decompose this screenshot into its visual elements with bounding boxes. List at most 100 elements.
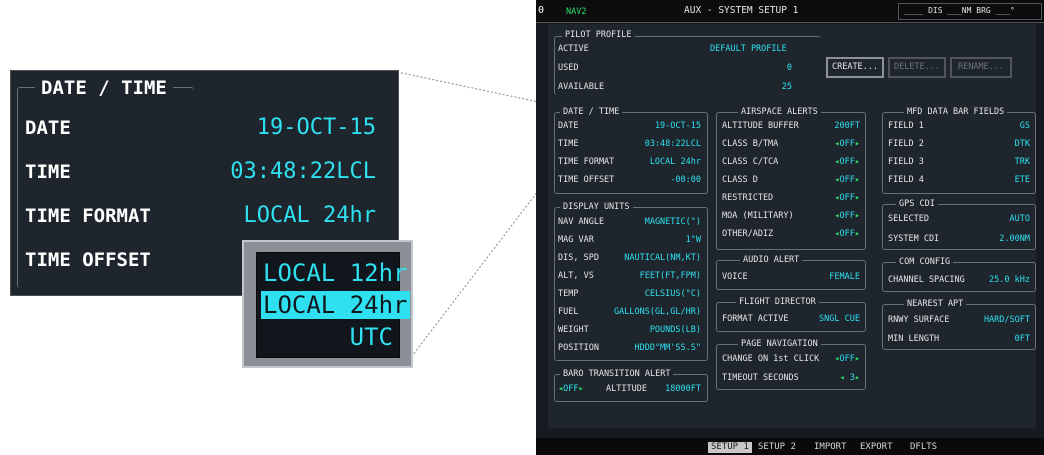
field-3-label: FIELD 3 <box>888 157 924 167</box>
top-status-bar: 0 NAV2 AUX - SYSTEM SETUP 1 ____ DIS ___… <box>536 0 1044 23</box>
page-navigation-group <box>716 344 866 390</box>
dis-spd-label: DIS, SPD <box>558 253 599 263</box>
format-active-value[interactable]: SNGL CUE <box>819 314 860 324</box>
weight-label: WEIGHT <box>558 325 589 335</box>
softkey-setup-1[interactable]: SETUP 1 <box>708 442 752 453</box>
system-cdi-label: SYSTEM CDI <box>888 234 940 244</box>
other-adiz-label: OTHER/ADIZ <box>722 229 774 239</box>
baro-title: BARO TRANSITION ALERT <box>560 369 674 379</box>
softkey-setup-2[interactable]: SETUP 2 <box>758 442 796 453</box>
flight-director-title: FLIGHT DIRECTOR <box>736 297 819 307</box>
delete-button[interactable]: DELETE... <box>888 57 946 78</box>
active-label: ACTIVE <box>558 44 589 54</box>
alt-vs-value[interactable]: FEET(FT,FPM) <box>640 271 701 281</box>
fuel-value[interactable]: GALLONS(GL,GL/HR) <box>614 307 701 317</box>
popup-option-utc[interactable]: UTC <box>350 323 393 351</box>
active-profile-value[interactable]: DEFAULT PROFILE <box>710 44 787 54</box>
moa-label: MOA (MILITARY) <box>722 211 794 221</box>
softkey-export[interactable]: EXPORT <box>860 442 893 453</box>
restricted-value: OFF <box>839 193 855 203</box>
time-offset-value[interactable]: -00:00 <box>670 175 701 185</box>
date-time-title: DATE / TIME <box>560 107 623 117</box>
fuel-label: FUEL <box>558 307 579 317</box>
other-adiz-value: OFF <box>839 229 855 239</box>
other-adiz-toggle[interactable]: ◂OFF▸ <box>834 229 860 239</box>
popup-option-local-24[interactable]: LOCAL 24hr <box>261 291 410 319</box>
restricted-toggle[interactable]: ◂OFF▸ <box>834 193 860 203</box>
zoom-time-label: TIME <box>25 161 71 183</box>
mfd-screen: 0 NAV2 AUX - SYSTEM SETUP 1 ____ DIS ___… <box>536 0 1044 455</box>
nearest-apt-title: NEAREST APT <box>904 299 967 309</box>
channel-spacing-value[interactable]: 25.0 kHz <box>989 275 1030 285</box>
nav-angle-label: NAV ANGLE <box>558 217 605 227</box>
date-label: DATE <box>558 121 579 131</box>
page-navigation-title: PAGE NAVIGATION <box>738 339 821 349</box>
class-c-toggle[interactable]: ◂OFF▸ <box>834 157 860 167</box>
field-1-value[interactable]: GS <box>1020 121 1030 131</box>
zoom-title: DATE / TIME <box>35 77 173 99</box>
altitude-buffer-value[interactable]: 200FT <box>834 121 860 131</box>
field-2-label: FIELD 2 <box>888 139 924 149</box>
class-d-value: OFF <box>839 175 855 185</box>
class-c-label: CLASS C/TCA <box>722 157 779 167</box>
nav-source: NAV2 <box>566 7 587 17</box>
system-setup-panel: PILOT PROFILE ACTIVE DEFAULT PROFILE USE… <box>548 24 1036 428</box>
position-label: POSITION <box>558 343 599 353</box>
softkey-dflts[interactable]: DFLTS <box>910 442 937 453</box>
top-left-indicator: 0 <box>538 5 545 16</box>
change-click-value: OFF <box>839 354 855 364</box>
page-title: AUX - SYSTEM SETUP 1 <box>684 5 799 16</box>
field-4-label: FIELD 4 <box>888 175 924 185</box>
temp-value[interactable]: CELSIUS(°C) <box>645 289 701 299</box>
top-right-readout: ____ DIS ___NM BRG ___° <box>904 6 1015 15</box>
timeout-stepper[interactable]: ◂ 3▸ <box>840 373 861 383</box>
field-3-value[interactable]: TRK <box>1015 157 1030 167</box>
right-arrow-icon: ▸ <box>854 139 860 149</box>
class-b-toggle[interactable]: ◂OFF▸ <box>834 139 860 149</box>
moa-toggle[interactable]: ◂OFF▸ <box>834 211 860 221</box>
time-offset-label: TIME OFFSET <box>558 175 615 185</box>
baro-altitude-value[interactable]: 18000FT <box>665 384 701 394</box>
baro-toggle[interactable]: ◂OFF▸ <box>558 384 584 394</box>
zoom-time-offset-label: TIME OFFSET <box>25 249 151 271</box>
position-value[interactable]: HDDD°MM'SS.S" <box>634 343 701 353</box>
date-value[interactable]: 19-OCT-15 <box>655 121 701 131</box>
nav-angle-value[interactable]: MAGNETIC(°) <box>645 217 701 227</box>
time-format-value[interactable]: LOCAL 24hr <box>650 157 701 167</box>
alt-vs-label: ALT, VS <box>558 271 594 281</box>
zoom-time-format-value[interactable]: LOCAL 24hr <box>244 204 376 228</box>
gps-selected-label: SELECTED <box>888 214 929 224</box>
min-length-label: MIN LENGTH <box>888 334 940 344</box>
field-2-value[interactable]: DTK <box>1015 139 1030 149</box>
softkey-import[interactable]: IMPORT <box>814 442 847 453</box>
class-b-value: OFF <box>839 139 855 149</box>
gps-selected-value[interactable]: AUTO <box>1010 214 1030 224</box>
time-value: 03:48:22LCL <box>644 139 701 149</box>
weight-value[interactable]: POUNDS(LB) <box>650 325 701 335</box>
create-button[interactable]: CREATE... <box>826 57 884 78</box>
right-arrow-icon: ▸ <box>578 384 584 394</box>
voice-value[interactable]: FEMALE <box>829 272 860 282</box>
temp-label: TEMP <box>558 289 579 299</box>
mfd-data-bar-title: MFD DATA BAR FIELDS <box>904 107 1008 117</box>
popup-option-local-12[interactable]: LOCAL 12hr <box>263 259 408 287</box>
left-arrow-icon: ◂ <box>839 373 845 383</box>
time-label: TIME <box>558 139 579 149</box>
zoom-date-value: 19-OCT-15 <box>256 115 376 140</box>
runway-surface-value[interactable]: HARD/SOFT <box>984 315 1030 325</box>
change-click-toggle[interactable]: ◂OFF▸ <box>834 354 860 364</box>
available-value: 25 <box>781 82 792 92</box>
runway-surface-label: RNWY SURFACE <box>888 315 950 325</box>
field-1-label: FIELD 1 <box>888 121 924 131</box>
min-length-value[interactable]: 0FT <box>1015 334 1030 344</box>
zoom-date-label: DATE <box>25 117 71 139</box>
field-4-value[interactable]: ETE <box>1015 175 1030 185</box>
available-label: AVAILABLE <box>558 82 605 92</box>
dis-spd-value[interactable]: NAUTICAL(NM,KT) <box>624 253 701 263</box>
right-arrow-icon: ▸ <box>854 193 860 203</box>
gps-cdi-title: GPS CDI <box>896 199 938 209</box>
right-arrow-icon: ▸ <box>854 157 860 167</box>
class-d-toggle[interactable]: ◂OFF▸ <box>834 175 860 185</box>
right-arrow-icon: ▸ <box>854 354 860 364</box>
rename-button[interactable]: RENAME... <box>950 57 1012 78</box>
